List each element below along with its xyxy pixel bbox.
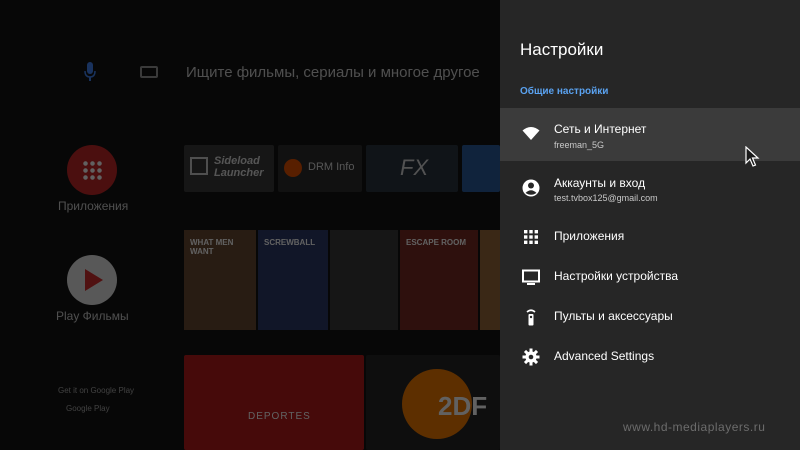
menu-item-label: Настройки устройства xyxy=(554,269,678,283)
google-play-promo: Get it on Google Play xyxy=(58,386,135,395)
apps-label: Приложения xyxy=(58,199,129,213)
menu-item-label: Аккаунты и вход xyxy=(554,176,646,190)
tile-fx[interactable]: FX xyxy=(366,145,458,192)
poster-card[interactable] xyxy=(480,230,500,330)
menu-item-label: Пульты и аксессуары xyxy=(554,309,673,323)
apps-grid-icon xyxy=(524,230,538,244)
tile-drm-info[interactable]: DRM Info xyxy=(278,145,362,192)
menu-item-device-settings[interactable]: Настройки устройства xyxy=(500,257,800,297)
account-icon xyxy=(522,179,540,197)
menu-item-subtitle: test.tvbox125@gmail.com xyxy=(554,193,658,203)
apps-button[interactable] xyxy=(67,145,117,195)
wifi-icon xyxy=(522,127,540,140)
tile-blue-app[interactable] xyxy=(462,145,500,192)
tile-deportes[interactable]: DEPORTES xyxy=(184,355,364,450)
menu-item-label: Сеть и Интернет xyxy=(554,122,647,136)
menu-item-apps[interactable]: Приложения xyxy=(500,217,800,257)
poster-card[interactable]: SCREWBALL xyxy=(258,230,328,330)
tv-icon xyxy=(522,269,540,285)
tile-sideload-label: Sideload Launcher xyxy=(214,155,264,179)
launcher-background: Ищите фильмы, сериалы и многое другое Пр… xyxy=(0,0,500,450)
menu-item-remotes[interactable]: Пульты и аксессуары xyxy=(500,297,800,337)
tile-fx-label: FX xyxy=(400,155,429,180)
poster-card[interactable]: WHAT MEN WANT xyxy=(184,230,256,330)
play-movies-label: Play Фильмы xyxy=(56,309,129,323)
play-movies-button[interactable] xyxy=(67,255,117,305)
poster-card[interactable] xyxy=(330,230,398,330)
watermark: www.hd-mediaplayers.ru xyxy=(623,420,766,434)
tile-deportes-label: DEPORTES xyxy=(248,411,311,422)
tile-sideload-launcher[interactable]: Sideload Launcher xyxy=(184,145,274,192)
tile-zdf[interactable]: 2DF xyxy=(366,355,500,450)
remote-icon xyxy=(526,309,536,326)
keyboard-icon[interactable] xyxy=(140,66,158,78)
menu-item-accounts[interactable]: Аккаунты и вход test.tvbox125@gmail.com xyxy=(500,164,800,214)
drm-icon xyxy=(284,159,302,177)
sideload-icon xyxy=(190,157,208,175)
gear-icon xyxy=(522,348,540,366)
page-title: Настройки xyxy=(520,40,604,59)
poster-card[interactable]: ESCAPE ROOM xyxy=(400,230,478,330)
apps-grid-icon xyxy=(82,160,102,180)
poster-title: SCREWBALL xyxy=(264,238,316,247)
menu-item-subtitle: freeman_5G xyxy=(554,140,605,150)
poster-title: WHAT MEN WANT xyxy=(190,238,234,256)
poster-title: ESCAPE ROOM xyxy=(406,238,467,247)
mouse-cursor-icon xyxy=(745,146,760,167)
menu-item-label: Приложения xyxy=(554,229,625,243)
menu-item-label: Advanced Settings xyxy=(554,349,655,363)
search-hint[interactable]: Ищите фильмы, сериалы и многое другое xyxy=(186,64,480,81)
google-play-label: Google Play xyxy=(66,404,110,413)
menu-item-advanced-settings[interactable]: Advanced Settings xyxy=(500,337,800,377)
tile-zdf-label: 2DF xyxy=(438,391,488,421)
section-header-general: Общие настройки xyxy=(520,86,609,97)
microphone-icon[interactable] xyxy=(84,62,96,82)
tile-drm-label: DRM Info xyxy=(308,161,355,173)
play-movies-icon xyxy=(85,269,103,291)
settings-panel: Настройки Общие настройки Сеть и Интерне… xyxy=(500,0,800,450)
